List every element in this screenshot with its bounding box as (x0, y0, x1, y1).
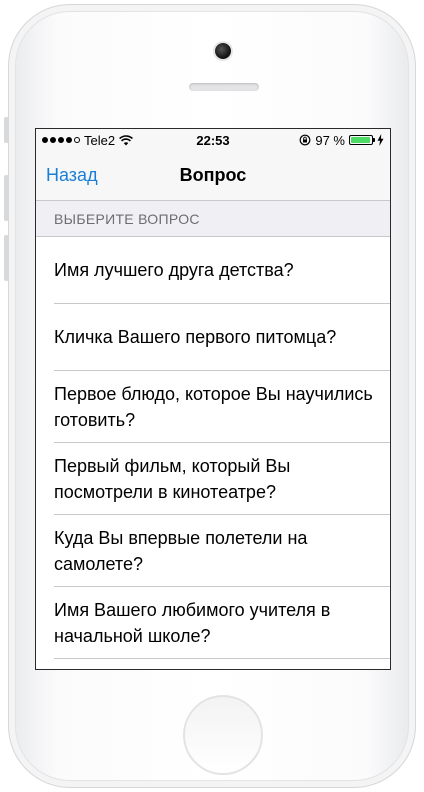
question-item-1[interactable]: Имя лучшего друга детства? (54, 237, 390, 304)
battery-icon (349, 135, 375, 145)
question-item-3[interactable]: Первое блюдо, которое Вы научились готов… (54, 371, 390, 443)
status-bar: Tele2 22:53 97 % (36, 129, 390, 151)
status-left: Tele2 (42, 132, 134, 148)
rotation-lock-icon (299, 134, 311, 146)
navigation-bar: Назад Вопрос (36, 151, 390, 201)
screen: Tele2 22:53 97 % Назад Вопрос ВЫБЕРИТЕ В… (35, 128, 391, 670)
earpiece-speaker (189, 83, 259, 91)
volume-down-button (4, 235, 9, 281)
question-item-2[interactable]: Кличка Вашего первого питомца? (54, 304, 390, 371)
home-button[interactable] (183, 695, 263, 775)
question-item-4[interactable]: Первый фильм, который Вы посмотрели в ки… (54, 443, 390, 515)
question-list: Имя лучшего друга детства? Кличка Вашего… (36, 237, 390, 659)
back-button[interactable]: Назад (36, 165, 98, 186)
battery-percent: 97 % (315, 132, 345, 148)
charging-bolt-icon (377, 134, 384, 146)
section-header: ВЫБЕРИТЕ ВОПРОС (36, 201, 390, 237)
battery-fill (351, 137, 371, 143)
wifi-icon (119, 134, 134, 145)
status-right: 97 % (299, 133, 384, 148)
front-camera (215, 43, 231, 59)
question-item-6[interactable]: Имя Вашего любимого учителя в начальной … (54, 587, 390, 659)
mute-switch (4, 117, 9, 143)
question-item-5[interactable]: Куда Вы впервые полетели на самолете? (54, 515, 390, 587)
signal-dots-icon (42, 137, 80, 143)
carrier-label: Tele2 (84, 132, 116, 148)
volume-up-button (4, 175, 9, 221)
